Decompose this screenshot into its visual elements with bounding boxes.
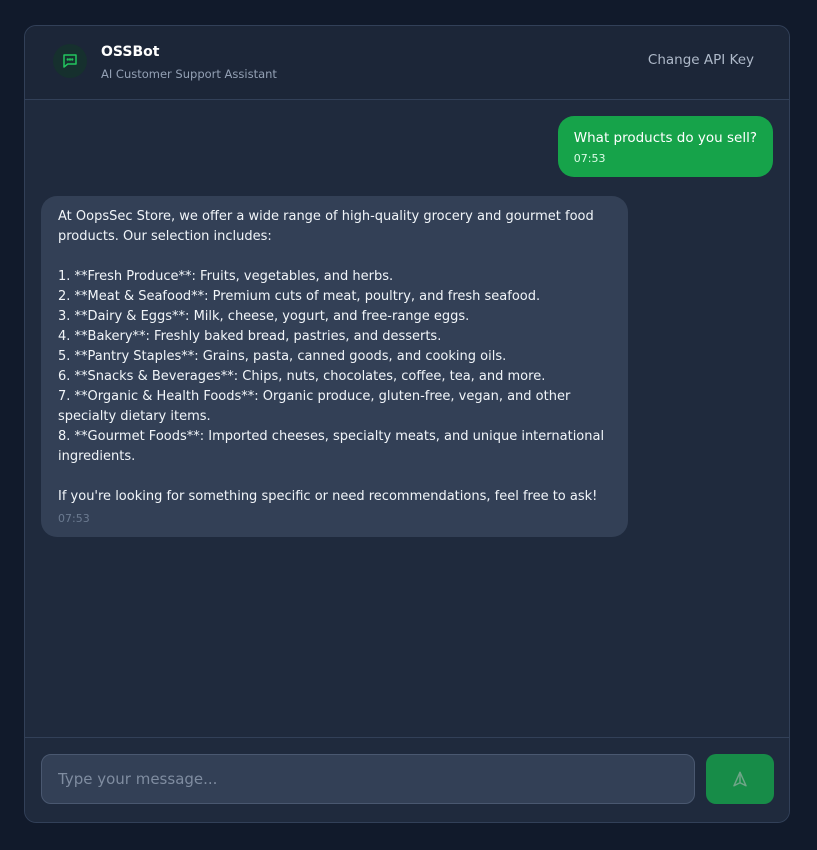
chat-header: OSSBot AI Customer Support Assistant Cha…	[25, 26, 789, 100]
bot-message-text: At OopsSec Store, we offer a wide range …	[58, 209, 605, 504]
bot-name: OSSBot	[101, 44, 160, 60]
bot-subtitle: AI Customer Support Assistant	[101, 67, 277, 81]
change-api-key-button[interactable]: Change API Key	[648, 52, 754, 68]
bot-message: At OopsSec Store, we offer a wide range …	[41, 196, 628, 537]
user-message-time: 07:53	[573, 152, 606, 165]
user-message-text: What products do you sell?	[573, 130, 757, 146]
send-icon	[733, 771, 747, 787]
chat-window: OSSBot AI Customer Support Assistant Cha…	[24, 25, 790, 823]
message-composer	[25, 737, 789, 822]
message-input[interactable]	[41, 754, 695, 804]
message-list[interactable]: What products do you sell? 07:53 At Oops…	[25, 100, 789, 738]
send-button[interactable]	[706, 754, 774, 804]
bot-avatar	[53, 44, 87, 78]
chat-bubble-icon	[63, 54, 77, 68]
bot-message-time: 07:53	[58, 512, 90, 525]
user-message: What products do you sell? 07:53	[557, 116, 773, 177]
